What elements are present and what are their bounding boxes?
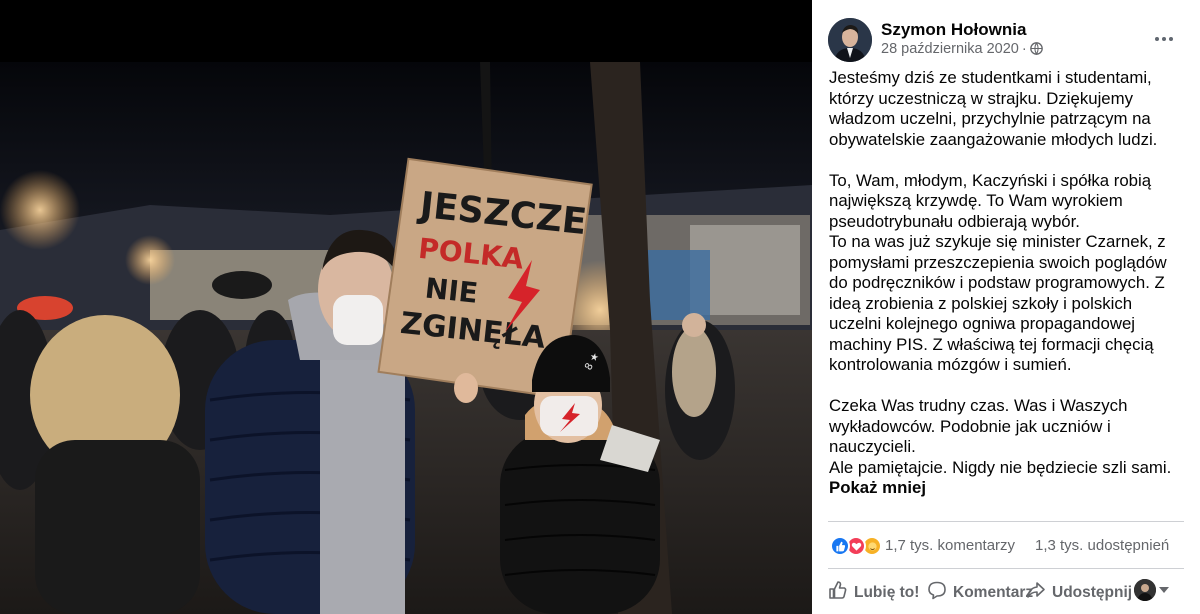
share-label: Udostępnij bbox=[1052, 583, 1133, 601]
shares-count[interactable]: 1,3 tys. udostępnień bbox=[1035, 537, 1169, 554]
more-dot-icon bbox=[1155, 37, 1159, 41]
post-paragraph: To na was już szykuje się minister Czarn… bbox=[829, 232, 1167, 374]
comment-icon bbox=[927, 580, 947, 605]
reactions-bar: 1,7 tys. komentarzy 1,3 tys. udostępnień bbox=[830, 535, 1190, 559]
post-paragraph: Czeka Was trudny czas. Was i Waszych wyk… bbox=[829, 396, 1128, 456]
thumbs-up-icon bbox=[828, 580, 848, 605]
post-meta: 28 października 2020 · bbox=[881, 41, 1043, 59]
divider bbox=[828, 521, 1184, 522]
like-icon bbox=[830, 536, 850, 556]
post-panel: Szymon Hołownia 28 października 2020 · Je… bbox=[812, 0, 1200, 614]
post-date[interactable]: 28 października 2020 bbox=[881, 41, 1019, 57]
reaction-icons[interactable] bbox=[830, 535, 884, 557]
show-less-link[interactable]: Pokaż mniej bbox=[829, 478, 1181, 499]
globe-icon bbox=[1029, 42, 1043, 59]
share-button[interactable]: Udostępnij bbox=[1026, 580, 1132, 605]
chevron-down-icon bbox=[1159, 587, 1169, 593]
like-button[interactable]: Lubię to! bbox=[828, 580, 919, 605]
comment-label: Komentarz bbox=[953, 583, 1034, 601]
sign-line-3: NIE bbox=[423, 271, 479, 309]
post-as-selector[interactable] bbox=[1134, 579, 1169, 601]
like-label: Lubię to! bbox=[854, 583, 920, 601]
more-dot-icon bbox=[1169, 37, 1173, 41]
more-options-button[interactable] bbox=[1148, 25, 1180, 53]
comments-count[interactable]: 1,7 tys. komentarzy bbox=[885, 537, 1015, 554]
post-photo[interactable]: JESZCZE POLKA NIE ZGINĘŁA 8 ★ bbox=[0, 0, 812, 614]
author-avatar[interactable] bbox=[828, 18, 872, 62]
post-actions: Lubię to! Komentarz Udostępnij bbox=[828, 576, 1200, 608]
profile-avatar bbox=[1134, 579, 1156, 601]
post-header: Szymon Hołownia 28 października 2020 · bbox=[828, 17, 1188, 65]
author-name[interactable]: Szymon Hołownia bbox=[881, 20, 1026, 40]
post-paragraph: Ale pamiętajcie. Nigdy nie będziecie szl… bbox=[829, 457, 1172, 477]
meta-separator: · bbox=[1021, 41, 1027, 57]
post-paragraph: Jesteśmy dziś ze studentkami i studentam… bbox=[829, 68, 1158, 149]
post-text: Jesteśmy dziś ze studentkami i studentam… bbox=[829, 68, 1181, 499]
more-dot-icon bbox=[1162, 37, 1166, 41]
protest-photo-image: JESZCZE POLKA NIE ZGINĘŁA 8 ★ bbox=[0, 0, 812, 614]
comment-button[interactable]: Komentarz bbox=[927, 580, 1033, 605]
divider bbox=[828, 568, 1184, 569]
post-paragraph: To, Wam, młodym, Kaczyński i spółka robi… bbox=[829, 170, 1152, 231]
share-icon bbox=[1026, 580, 1046, 605]
